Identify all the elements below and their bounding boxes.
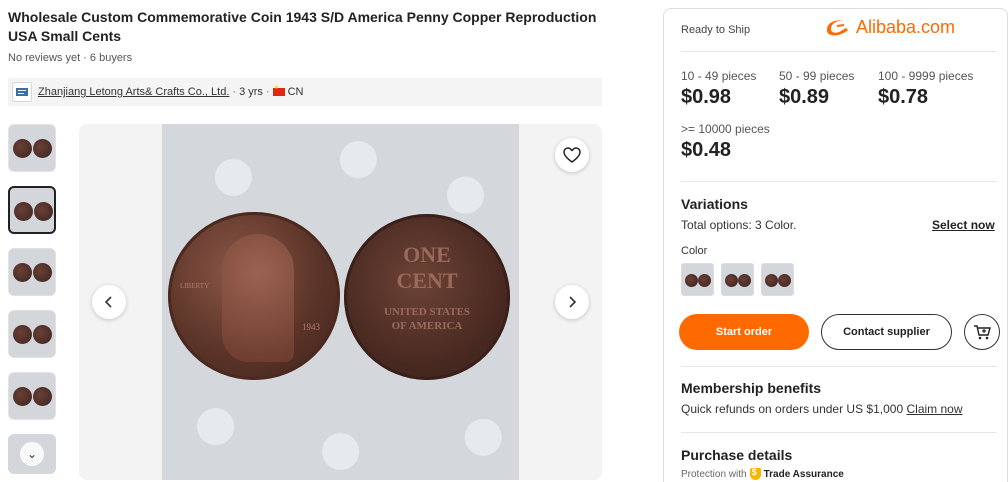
alibaba-logo-text: Alibaba.com bbox=[856, 16, 956, 37]
tier-range: 10 - 49 pieces bbox=[681, 69, 757, 83]
china-flag-icon bbox=[272, 84, 285, 96]
add-to-cart-button[interactable] bbox=[964, 314, 1000, 350]
divider bbox=[681, 366, 997, 367]
color-swatch-2[interactable] bbox=[721, 263, 754, 296]
claim-now-link[interactable]: Claim now bbox=[906, 402, 962, 416]
color-swatch-1[interactable] bbox=[681, 263, 714, 296]
favorite-button[interactable] bbox=[555, 138, 589, 172]
contact-supplier-button[interactable]: Contact supplier bbox=[821, 314, 952, 350]
price-tier-3: 100 - 9999 pieces $0.78 bbox=[878, 69, 973, 109]
previous-image-button[interactable] bbox=[92, 285, 126, 319]
tier-price: $0.48 bbox=[681, 139, 732, 161]
coin-obverse: LIBERTY 1943 bbox=[168, 212, 340, 380]
review-count: No reviews yet · 6 buyers bbox=[8, 52, 133, 64]
supplier-name-link[interactable]: Zhanjiang Letong Arts& Crafts Co., Ltd. bbox=[38, 86, 229, 98]
heart-icon bbox=[563, 147, 581, 163]
ready-to-ship-label: Ready to Ship bbox=[681, 24, 751, 36]
main-product-image: LIBERTY 1943 ONE CENT UNITED STATES OF A… bbox=[79, 124, 602, 480]
trade-assurance-label: Trade Assurance bbox=[763, 468, 844, 480]
thumbnail-5[interactable] bbox=[8, 372, 56, 420]
thumbnail-4[interactable] bbox=[8, 310, 56, 358]
supplier-country: CN bbox=[287, 86, 304, 98]
next-image-button[interactable] bbox=[555, 285, 589, 319]
coin-america-text: OF AMERICA bbox=[391, 320, 463, 332]
cart-icon bbox=[974, 325, 991, 340]
tier-range: 100 - 9999 pieces bbox=[878, 69, 974, 83]
coin-reverse: ONE CENT UNITED STATES OF AMERICA bbox=[344, 214, 510, 380]
membership-title: Membership benefits bbox=[681, 380, 822, 396]
select-now-link[interactable]: Select now bbox=[932, 218, 995, 232]
thumbnail-1[interactable] bbox=[8, 124, 56, 172]
coin-cent-text: CENT bbox=[396, 268, 458, 293]
price-tier-2: 50 - 99 pieces $0.89 bbox=[779, 69, 854, 109]
divider bbox=[681, 181, 997, 182]
divider bbox=[681, 432, 997, 433]
membership-text: Quick refunds on orders under US $1,000 … bbox=[681, 402, 963, 416]
protection-text: Protection with bbox=[681, 468, 747, 480]
thumbnail-3[interactable] bbox=[8, 248, 56, 296]
supplier-bar: Zhanjiang Letong Arts& Crafts Co., Ltd. … bbox=[8, 78, 602, 106]
tier-price: $0.78 bbox=[878, 86, 929, 108]
color-swatches bbox=[681, 263, 801, 296]
color-swatch-3[interactable] bbox=[761, 263, 794, 296]
purchase-panel: Ready to Ship Alibaba.com 10 - 49 pieces… bbox=[663, 8, 1008, 482]
coin-liberty-text: LIBERTY bbox=[180, 282, 210, 290]
coin-year-text: 1943 bbox=[302, 322, 320, 332]
price-tier-1: 10 - 49 pieces $0.98 bbox=[681, 69, 756, 109]
alibaba-logo-icon bbox=[827, 20, 848, 36]
tier-price: $0.89 bbox=[779, 86, 830, 108]
variations-title: Variations bbox=[681, 196, 748, 212]
supplier-logo-icon bbox=[12, 82, 32, 102]
coin-photo: LIBERTY 1943 ONE CENT UNITED STATES OF A… bbox=[162, 124, 519, 480]
divider bbox=[681, 51, 997, 52]
thumbnail-6[interactable]: ⌄ bbox=[8, 434, 56, 474]
chevron-down-icon[interactable]: ⌄ bbox=[20, 442, 44, 466]
supplier-years: 3 yrs bbox=[239, 86, 263, 98]
thumbnail-list bbox=[8, 124, 56, 434]
trade-assurance-icon bbox=[749, 467, 761, 480]
total-options: Total options: 3 Color. bbox=[681, 218, 797, 232]
price-tier-4: >= 10000 pieces $0.48 bbox=[681, 122, 770, 162]
product-title: Wholesale Custom Commemorative Coin 1943… bbox=[8, 9, 597, 44]
chevron-left-icon bbox=[104, 296, 112, 308]
coin-united-states-text: UNITED STATES bbox=[383, 306, 471, 318]
tier-range: 50 - 99 pieces bbox=[779, 69, 855, 83]
separator: · bbox=[232, 86, 237, 98]
color-label: Color bbox=[681, 245, 708, 257]
protection-line: Protection with Trade Assurance bbox=[681, 467, 844, 480]
tier-range: >= 10000 pieces bbox=[681, 122, 770, 136]
alibaba-logo[interactable]: Alibaba.com bbox=[824, 16, 955, 38]
membership-description: Quick refunds on orders under US $1,000 bbox=[681, 402, 904, 416]
coin-one-text: ONE bbox=[403, 242, 451, 267]
purchase-details-title: Purchase details bbox=[681, 447, 793, 463]
tier-price: $0.98 bbox=[681, 86, 732, 108]
thumbnail-2[interactable] bbox=[8, 186, 56, 234]
start-order-button[interactable]: Start order bbox=[679, 314, 809, 350]
chevron-right-icon bbox=[569, 296, 577, 308]
separator: · bbox=[265, 86, 270, 98]
lincoln-bust bbox=[222, 234, 294, 362]
